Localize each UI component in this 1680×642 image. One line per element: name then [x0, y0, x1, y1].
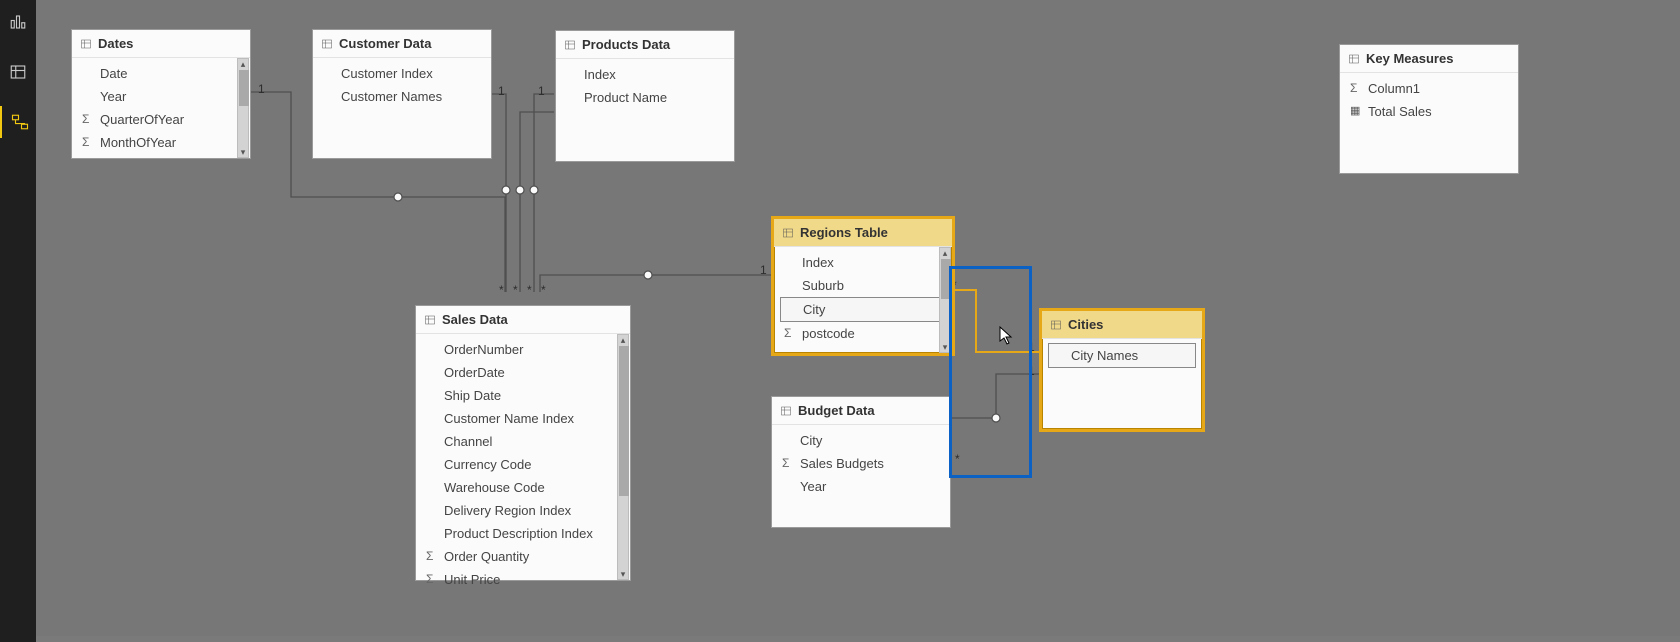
field-index[interactable]: Index — [556, 63, 734, 86]
cardinality-one: 1 — [760, 263, 767, 277]
table-icon — [321, 38, 333, 50]
scroll-down-icon: ▾ — [618, 569, 628, 579]
field-customer-name-index[interactable]: Customer Name Index — [416, 407, 630, 430]
scroll-up-icon: ▴ — [238, 59, 248, 69]
sigma-icon: Σ — [426, 571, 433, 588]
field-city-names[interactable]: City Names — [1048, 343, 1196, 368]
table-title: Products Data — [582, 37, 670, 52]
table-icon — [80, 38, 92, 50]
scroll-thumb[interactable] — [941, 259, 951, 299]
field-product-description-index[interactable]: Product Description Index — [416, 522, 630, 545]
field-channel[interactable]: Channel — [416, 430, 630, 453]
field-year[interactable]: Year — [72, 85, 250, 108]
field-city[interactable]: City — [780, 297, 946, 322]
calculator-icon: ▦ — [1350, 103, 1360, 120]
bar-chart-icon — [9, 13, 27, 31]
table-header: Cities — [1042, 311, 1202, 339]
field-quarterofyear[interactable]: ΣQuarterOfYear — [72, 108, 250, 131]
nav-model-button[interactable] — [0, 106, 38, 138]
table-products-data[interactable]: Products Data Index Product Name — [555, 30, 735, 162]
table-header: Regions Table — [774, 219, 952, 247]
nav-rail — [0, 0, 36, 642]
field-total-sales[interactable]: ▦Total Sales — [1340, 100, 1518, 123]
field-customer-names[interactable]: Customer Names — [313, 85, 491, 108]
field-ordernumber[interactable]: OrderNumber — [416, 338, 630, 361]
scroll-down-icon: ▾ — [238, 147, 248, 157]
sigma-icon: Σ — [1350, 80, 1357, 97]
scroll-up-icon: ▴ — [618, 335, 628, 345]
sigma-icon: Σ — [82, 134, 89, 151]
field-sales-budgets[interactable]: ΣSales Budgets — [772, 452, 950, 475]
field-currency-code[interactable]: Currency Code — [416, 453, 630, 476]
cardinality-one: 1 — [538, 84, 545, 98]
cardinality-many: * — [499, 283, 504, 297]
table-header: Dates — [72, 30, 250, 58]
field-delivery-region-index[interactable]: Delivery Region Index — [416, 499, 630, 522]
table-title: Regions Table — [800, 225, 888, 240]
field-column1[interactable]: ΣColumn1 — [1340, 77, 1518, 100]
model-icon — [11, 113, 29, 131]
field-warehouse-code[interactable]: Warehouse Code — [416, 476, 630, 499]
model-canvas[interactable]: 1 1 1 * * * * 1 * 1 1 * Dates Date Year … — [36, 0, 1680, 636]
table-title: Sales Data — [442, 312, 508, 327]
cardinality-many: * — [955, 452, 960, 466]
nav-data-button[interactable] — [0, 56, 36, 88]
field-monthofyear[interactable]: ΣMonthOfYear — [72, 131, 250, 154]
cursor-icon — [999, 326, 1013, 346]
cardinality-many: * — [527, 283, 532, 297]
table-title: Budget Data — [798, 403, 875, 418]
sigma-icon: Σ — [82, 111, 89, 128]
table-cities[interactable]: Cities City Names — [1039, 308, 1205, 432]
scroll-up-icon: ▴ — [940, 248, 950, 258]
table-header: Key Measures — [1340, 45, 1518, 73]
field-index[interactable]: Index — [774, 251, 952, 274]
field-unit-price[interactable]: ΣUnit Price — [416, 568, 630, 591]
field-date[interactable]: Date — [72, 62, 250, 85]
field-suburb[interactable]: Suburb — [774, 274, 952, 297]
table-icon — [9, 63, 27, 81]
cardinality-one: 1 — [1028, 340, 1035, 354]
nav-report-button[interactable] — [0, 6, 36, 38]
field-year[interactable]: Year — [772, 475, 950, 498]
table-title: Dates — [98, 36, 133, 51]
table-title: Cities — [1068, 317, 1103, 332]
table-icon — [780, 405, 792, 417]
scroll-thumb[interactable] — [619, 346, 629, 496]
field-orderdate[interactable]: OrderDate — [416, 361, 630, 384]
table-icon — [1050, 319, 1062, 331]
table-sales-data[interactable]: Sales Data OrderNumber OrderDate Ship Da… — [415, 305, 631, 581]
field-product-name[interactable]: Product Name — [556, 86, 734, 109]
field-postcode[interactable]: Σpostcode — [774, 322, 952, 345]
table-icon — [782, 227, 794, 239]
scroll-down-icon: ▾ — [940, 342, 950, 352]
table-key-measures[interactable]: Key Measures ΣColumn1 ▦Total Sales — [1339, 44, 1519, 174]
table-regions[interactable]: Regions Table Index Suburb City Σpostcod… — [771, 216, 955, 356]
cardinality-one: 1 — [258, 82, 265, 96]
sigma-icon: Σ — [426, 548, 433, 565]
field-customer-index[interactable]: Customer Index — [313, 62, 491, 85]
cardinality-one: 1 — [1028, 364, 1035, 378]
sigma-icon: Σ — [784, 325, 791, 342]
table-title: Key Measures — [1366, 51, 1453, 66]
table-icon — [424, 314, 436, 326]
table-customer-data[interactable]: Customer Data Customer Index Customer Na… — [312, 29, 492, 159]
scroll-thumb[interactable] — [239, 70, 249, 106]
table-icon — [564, 39, 576, 51]
cardinality-many: * — [513, 283, 518, 297]
field-shipdate[interactable]: Ship Date — [416, 384, 630, 407]
field-order-quantity[interactable]: ΣOrder Quantity — [416, 545, 630, 568]
table-header: Customer Data — [313, 30, 491, 58]
cardinality-one: 1 — [498, 84, 505, 98]
table-title: Customer Data — [339, 36, 431, 51]
field-city[interactable]: City — [772, 429, 950, 452]
sigma-icon: Σ — [782, 455, 789, 472]
table-budget-data[interactable]: Budget Data City ΣSales Budgets Year — [771, 396, 951, 528]
table-header: Budget Data — [772, 397, 950, 425]
table-dates[interactable]: Dates Date Year ΣQuarterOfYear ΣMonthOfY… — [71, 29, 251, 159]
table-icon — [1348, 53, 1360, 65]
table-header: Products Data — [556, 31, 734, 59]
table-header: Sales Data — [416, 306, 630, 334]
selection-rectangle — [949, 266, 1032, 478]
cardinality-many: * — [541, 283, 546, 297]
